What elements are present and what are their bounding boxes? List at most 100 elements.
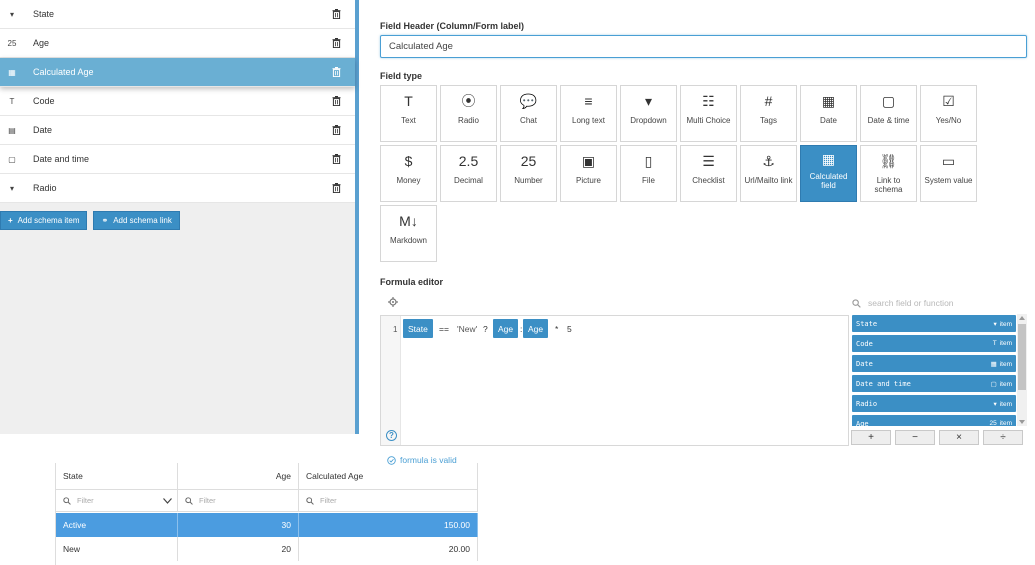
field-header-input[interactable]: Calculated Age bbox=[380, 35, 1027, 58]
field-type-url-mailto-link[interactable]: ⚓ Url/Mailto link bbox=[740, 145, 797, 202]
yes-no-icon: ☑ bbox=[942, 92, 955, 109]
schema-item[interactable]: ▦ Calculated Age bbox=[0, 58, 355, 87]
radio-icon: ⦿ bbox=[461, 93, 476, 109]
field-list-scrollbar[interactable] bbox=[1017, 314, 1027, 426]
field-search[interactable]: search field or function bbox=[852, 296, 1027, 310]
multi-choice-icon: ☷ bbox=[702, 92, 715, 109]
add-schema-item-button[interactable]: + Add schema item bbox=[0, 211, 88, 230]
calculated-field-icon: ▦ bbox=[821, 150, 836, 167]
schema-item[interactable]: T Code bbox=[0, 87, 355, 116]
schema-item[interactable]: ▾ State bbox=[0, 0, 355, 29]
field-type-checklist[interactable]: ☰ Checklist bbox=[680, 145, 737, 202]
trash-icon[interactable] bbox=[332, 96, 341, 107]
formula-field-item[interactable]: Radio ▾ item bbox=[852, 395, 1016, 412]
divide-operator-button[interactable]: ÷ bbox=[983, 430, 1023, 445]
age-filter[interactable]: Filter bbox=[178, 490, 299, 511]
field-type-file[interactable]: ▯ File bbox=[620, 145, 677, 202]
field-type-label: Link to schema bbox=[874, 176, 903, 194]
panel-divider[interactable] bbox=[355, 0, 359, 434]
multiply-operator-button[interactable]: × bbox=[939, 430, 979, 445]
field-type-radio[interactable]: ⦿ Radio bbox=[440, 85, 497, 142]
filter-placeholder: Filter bbox=[77, 496, 94, 505]
chat-icon: 💬 bbox=[519, 92, 538, 109]
formula-field-name: State bbox=[856, 319, 878, 328]
column-header-calculated-age[interactable]: Calculated Age bbox=[299, 463, 478, 489]
formula-field-name: Date and time bbox=[856, 379, 911, 388]
filter-placeholder: Filter bbox=[199, 496, 216, 505]
formula-field-type: ▾ item bbox=[993, 320, 1012, 328]
field-type-number[interactable]: 25 Number bbox=[500, 145, 557, 202]
table-row[interactable]: New 20 20.00 bbox=[56, 537, 478, 561]
field-type-link-to-schema[interactable]: ⛓ Link to schema bbox=[860, 145, 917, 202]
scroll-thumb[interactable] bbox=[1018, 324, 1026, 390]
field-type-calculated-field[interactable]: ▦ Calculated field bbox=[800, 145, 857, 202]
field-type-date[interactable]: ▦ Date bbox=[800, 85, 857, 142]
formula-field-item[interactable]: Date and time ▢ item bbox=[852, 375, 1016, 392]
number-icon: 25 bbox=[520, 153, 537, 169]
trash-icon[interactable] bbox=[332, 9, 341, 20]
formula-field-name: Code bbox=[856, 339, 873, 348]
field-type-money[interactable]: $ Money bbox=[380, 145, 437, 202]
formula-field-item[interactable]: Date ▦ item bbox=[852, 355, 1016, 372]
add-schema-link-button[interactable]: ⚭ Add schema link bbox=[93, 211, 180, 230]
field-type-label: Calculated field bbox=[809, 172, 848, 190]
number-icon: 25 bbox=[7, 38, 17, 48]
formula-field-item[interactable]: Code Titem bbox=[852, 335, 1016, 352]
field-type-text: item bbox=[999, 400, 1012, 408]
help-icon[interactable]: ? bbox=[386, 430, 397, 441]
minus-operator-button[interactable]: − bbox=[895, 430, 935, 445]
trash-icon[interactable] bbox=[332, 183, 341, 194]
field-type-decimal[interactable]: 2.5 Decimal bbox=[440, 145, 497, 202]
field-type-date-time[interactable]: ▢ Date & time bbox=[860, 85, 917, 142]
schema-item[interactable]: ▾ Radio bbox=[0, 174, 355, 203]
formula-field-token[interactable]: State bbox=[403, 319, 433, 338]
date-time-icon: ▢ bbox=[881, 92, 896, 109]
chevron-down-icon[interactable] bbox=[163, 497, 172, 504]
formula-field-name: Date bbox=[856, 359, 873, 368]
field-type-dropdown[interactable]: ▾ Dropdown bbox=[620, 85, 677, 142]
schema-item[interactable]: ▢ Date and time bbox=[0, 145, 355, 174]
scroll-up-icon[interactable] bbox=[1019, 316, 1025, 320]
formula-field-token[interactable]: Age bbox=[493, 319, 519, 338]
field-type-label: System value bbox=[924, 176, 973, 185]
field-type-tags[interactable]: # Tags bbox=[740, 85, 797, 142]
field-type-multi-choice[interactable]: ☷ Multi Choice bbox=[680, 85, 737, 142]
state-filter[interactable]: Filter bbox=[56, 490, 178, 511]
schema-item[interactable]: ▤ Date bbox=[0, 116, 355, 145]
field-type-label: Url/Mailto link bbox=[744, 176, 793, 185]
scroll-down-icon[interactable] bbox=[1019, 420, 1025, 424]
field-type-label: Text bbox=[401, 116, 416, 125]
table-row[interactable]: Active 30 150.00 bbox=[56, 513, 478, 537]
search-icon bbox=[852, 298, 861, 308]
field-type-long-text[interactable]: ≡ Long text bbox=[560, 85, 617, 142]
add-schema-item-label: Add schema item bbox=[17, 216, 80, 225]
field-type-label: File bbox=[642, 176, 655, 185]
formula-field-token[interactable]: Age bbox=[523, 319, 549, 338]
formula-field-name: Radio bbox=[856, 399, 878, 408]
dropdown-icon: ▾ bbox=[9, 9, 14, 19]
schema-item[interactable]: 25 Age bbox=[0, 29, 355, 58]
trash-icon[interactable] bbox=[332, 67, 341, 78]
formula-field-item[interactable]: State ▾ item bbox=[852, 315, 1016, 332]
field-type-picture[interactable]: ▣ Picture bbox=[560, 145, 617, 202]
field-type-text: item bbox=[999, 340, 1012, 347]
field-type-chat[interactable]: 💬 Chat bbox=[500, 85, 557, 142]
formula-editor[interactable]: 1 State == 'New'? Age: Age * 5 ? bbox=[380, 315, 849, 446]
plus-operator-button[interactable]: + bbox=[851, 430, 891, 445]
trash-icon[interactable] bbox=[332, 125, 341, 136]
field-type-yes-no[interactable]: ☑ Yes/No bbox=[920, 85, 977, 142]
trash-icon[interactable] bbox=[332, 38, 341, 49]
column-header-label: State bbox=[63, 471, 83, 481]
column-header-age[interactable]: Age bbox=[178, 463, 299, 489]
operator-bar: + − × ÷ bbox=[851, 430, 1023, 445]
markdown-icon: M↓ bbox=[399, 213, 418, 229]
field-type-markdown[interactable]: M↓ Markdown bbox=[380, 205, 437, 262]
formula-field-item[interactable]: Age 25 item bbox=[852, 415, 1016, 426]
field-type-system-value[interactable]: ▭ System value bbox=[920, 145, 977, 202]
column-header-state[interactable]: State bbox=[56, 463, 178, 489]
trash-icon[interactable] bbox=[332, 154, 341, 165]
field-type-text[interactable]: T Text bbox=[380, 85, 437, 142]
gear-icon[interactable] bbox=[388, 297, 398, 309]
editor-gutter bbox=[381, 316, 401, 445]
calculated-age-filter[interactable]: Filter bbox=[299, 490, 478, 511]
